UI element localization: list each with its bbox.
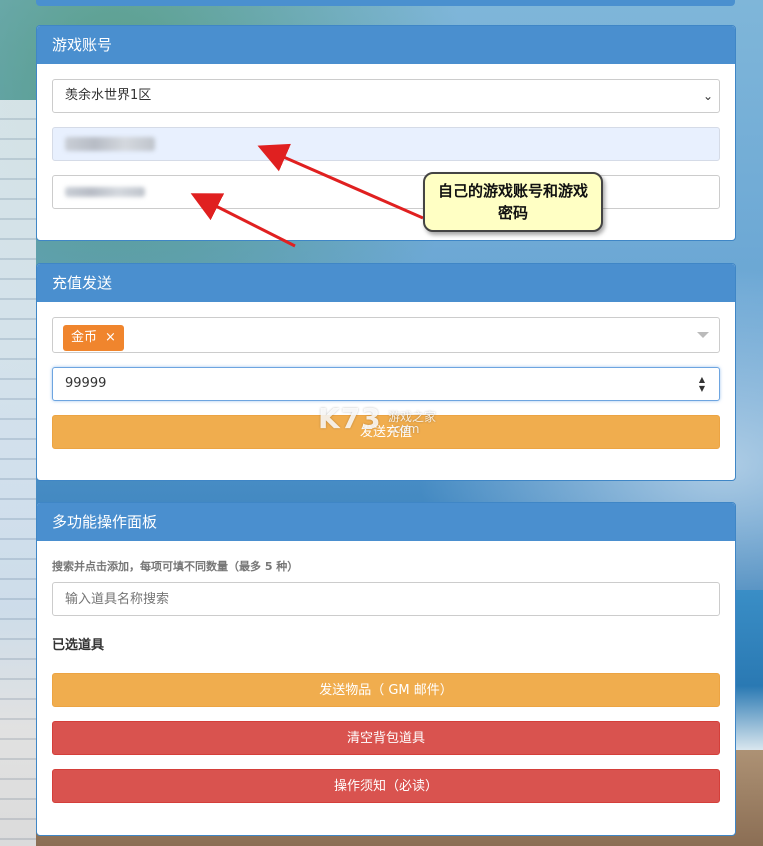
background-sea: [735, 590, 763, 750]
spinner-down-icon[interactable]: ▼: [697, 384, 707, 393]
amount-value: 99999: [65, 376, 107, 391]
callout-text: 自己的游戏账号和游戏密码: [437, 182, 588, 222]
currency-multiselect[interactable]: 金币 ×: [52, 317, 720, 353]
account-panel-title: 游戏账号: [37, 26, 735, 64]
account-field[interactable]: [52, 127, 720, 161]
multi-function-panel: 多功能操作面板 搜索并点击添加，每项可填不同数量（最多 5 种） 已选道具 发送…: [36, 502, 736, 836]
recharge-panel-title: 充值发送: [37, 264, 735, 302]
send-recharge-button[interactable]: 发送充值: [52, 415, 720, 449]
amount-field[interactable]: 99999 ▲ ▼: [52, 367, 720, 401]
remove-tag-icon[interactable]: ×: [105, 330, 116, 345]
operation-notice-button[interactable]: 操作须知（必读）: [52, 769, 720, 803]
server-select-value: 羡余水世界1区: [65, 88, 152, 103]
number-spinner[interactable]: ▲ ▼: [697, 375, 707, 393]
item-search-input[interactable]: [52, 582, 720, 616]
dropdown-caret-icon[interactable]: [697, 332, 709, 338]
blurred-account-value: [65, 136, 155, 151]
server-select[interactable]: 羡余水世界1区 ⌄: [52, 79, 720, 113]
multi-panel-title: 多功能操作面板: [37, 503, 735, 541]
previous-panel-edge: [36, 0, 735, 6]
send-items-button[interactable]: 发送物品（ GM 邮件）: [52, 673, 720, 707]
blurred-password-value: [65, 186, 145, 197]
currency-tag-label: 金币: [71, 330, 98, 345]
background-building: [0, 100, 36, 846]
clear-bag-button[interactable]: 清空背包道具: [52, 721, 720, 755]
selected-items-label: 已选道具: [52, 638, 105, 653]
account-panel: 游戏账号 羡余水世界1区 ⌄: [36, 25, 736, 241]
chevron-down-icon: ⌄: [702, 89, 713, 103]
password-field[interactable]: [52, 175, 720, 209]
annotation-callout: 自己的游戏账号和游戏密码: [423, 172, 603, 232]
spinner-up-icon[interactable]: ▲: [697, 375, 707, 384]
search-hint: 搜索并点击添加，每项可填不同数量（最多 5 种）: [52, 560, 299, 573]
recharge-panel: 充值发送 金币 × 99999 ▲ ▼ 发送充值: [36, 263, 736, 481]
currency-tag[interactable]: 金币 ×: [63, 325, 124, 351]
